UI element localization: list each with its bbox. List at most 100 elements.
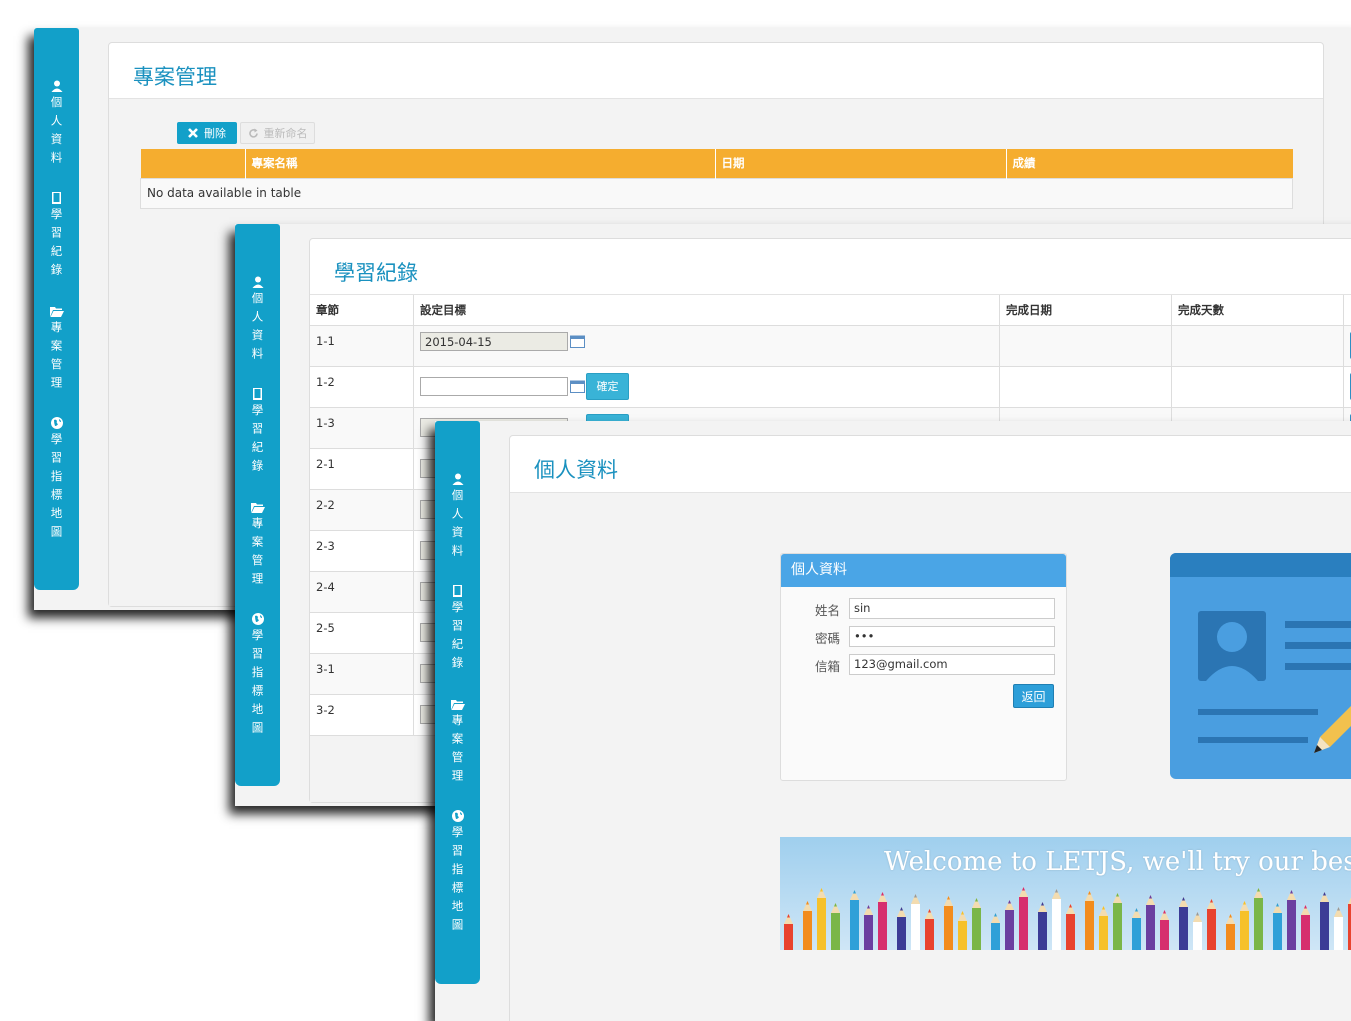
pencil [897, 907, 906, 950]
sidebar-item-profile[interactable]: 個人資料 [235, 276, 280, 366]
action-cell [1344, 325, 1351, 366]
table-header-row: 專案名稱 日期 成績 [141, 149, 1293, 178]
calendar-icon[interactable] [570, 334, 585, 348]
sidebar-item-learning-record[interactable]: 學習紀錄 [435, 585, 480, 675]
pencil [1334, 907, 1343, 950]
column-header[interactable]: 完成天數 [1172, 295, 1344, 325]
finish-date-cell [1000, 366, 1172, 407]
sidebar: 個人資料 學習紀錄 專案管理 學習指標地圖 [235, 224, 280, 786]
sidebar-item-profile[interactable]: 個人資料 [435, 473, 480, 563]
sidebar-item-indicator-map[interactable]: 學習指標地圖 [34, 417, 79, 544]
pencil [1132, 908, 1141, 950]
chapter-cell: 2-1 [310, 448, 414, 489]
globe-icon [451, 810, 465, 822]
pencil [1179, 897, 1188, 950]
pencil [958, 911, 967, 950]
pencil [1240, 901, 1249, 950]
pencil [1005, 900, 1014, 950]
sidebar-item-learning-record[interactable]: 學習紀錄 [34, 192, 79, 282]
pencil [831, 903, 840, 950]
project-table: 專案名稱 日期 成績 No data available in table [140, 149, 1293, 209]
sidebar-label: 專案管理 [48, 321, 66, 395]
sidebar-item-project[interactable]: 專案管理 [435, 698, 480, 788]
sidebar-item-profile[interactable]: 個人資料 [34, 80, 79, 170]
column-header[interactable]: 設定目標 [414, 295, 1000, 325]
confirm-button[interactable]: 確定 [586, 373, 629, 400]
password-field[interactable]: ••• [849, 626, 1055, 647]
profile-card-header: 個人資料 [781, 554, 1066, 587]
column-header[interactable]: 日期 [715, 149, 1006, 178]
pencil [817, 888, 826, 950]
sidebar-item-indicator-map[interactable]: 學習指標地圖 [235, 613, 280, 740]
password-label: 密碼 [815, 628, 840, 647]
finish-days-cell [1172, 366, 1344, 407]
pencil [878, 892, 887, 950]
column-header[interactable] [141, 149, 246, 178]
profile-window: 個人資料 學習紀錄 專案管理 學習指標地圖 個人資料 個人資料 姓名 sin 密… [435, 421, 1351, 1021]
pencil [1207, 899, 1216, 950]
back-button[interactable]: 返回 [1013, 684, 1054, 708]
rename-button[interactable]: 重新命名 [240, 122, 315, 144]
chapter-cell: 2-5 [310, 612, 414, 653]
sidebar-item-indicator-map[interactable]: 學習指標地圖 [435, 810, 480, 937]
column-header [1344, 295, 1351, 325]
sidebar-label: 學習指標地圖 [48, 433, 66, 544]
folder-open-icon [251, 501, 265, 513]
pencil [925, 909, 934, 950]
profile-card: 個人資料 姓名 sin 密碼 ••• 信箱 123@gmail.com 返回 [780, 553, 1067, 781]
profile-portrait-icon [1170, 577, 1351, 779]
column-header[interactable]: 專案名稱 [245, 149, 715, 178]
target-date-input[interactable] [420, 377, 568, 396]
close-icon [188, 128, 198, 138]
globe-icon [251, 613, 265, 625]
user-icon [50, 80, 64, 92]
sidebar-label: 專案管理 [449, 714, 467, 788]
pencil [1287, 890, 1296, 950]
sidebar-item-project[interactable]: 專案管理 [34, 305, 79, 395]
pencil [944, 896, 953, 950]
book-icon [451, 585, 465, 597]
column-header[interactable]: 章節 [310, 295, 414, 325]
target-cell: 2015-04-15 [414, 325, 1000, 366]
pencil [1273, 903, 1282, 950]
pencil [1226, 914, 1235, 950]
target-date-input[interactable]: 2015-04-15 [420, 332, 568, 351]
pencil [991, 913, 1000, 950]
name-label: 姓名 [815, 600, 840, 619]
sidebar-label: 學習指標地圖 [249, 629, 267, 740]
table-row: No data available in table [141, 178, 1293, 208]
pencil [1146, 895, 1155, 950]
name-field[interactable]: sin [849, 598, 1055, 619]
id-card-illustration [1170, 553, 1351, 779]
welcome-text: Welcome to LETJS, we'll try our best. [884, 847, 1351, 877]
welcome-banner: Welcome to LETJS, we'll try our best. [780, 837, 1351, 950]
sidebar: 個人資料 學習紀錄 專案管理 學習指標地圖 [34, 28, 79, 590]
pencil [864, 905, 873, 950]
column-header[interactable]: 完成日期 [1000, 295, 1172, 325]
chapter-cell: 2-2 [310, 489, 414, 530]
pencil [1320, 892, 1329, 950]
chapter-cell: 1-1 [310, 325, 414, 366]
chapter-cell: 2-3 [310, 530, 414, 571]
pencil [1052, 889, 1061, 950]
target-cell: 確定 [414, 366, 1000, 407]
chapter-cell: 3-2 [310, 694, 414, 735]
action-cell [1344, 366, 1351, 407]
delete-button[interactable]: 刪除 [177, 122, 237, 144]
pencil [803, 901, 812, 950]
sidebar-item-learning-record[interactable]: 學習紀錄 [235, 388, 280, 478]
pencil [1019, 887, 1028, 950]
page-title: 專案管理 [133, 61, 217, 91]
pencils-illustration [780, 880, 1351, 950]
refresh-icon [248, 128, 259, 139]
sidebar-label: 學習紀錄 [249, 404, 267, 478]
table-row: 1-1 2015-04-15 [310, 325, 1351, 366]
pencil [784, 914, 793, 950]
column-header[interactable]: 成績 [1006, 149, 1293, 178]
email-field[interactable]: 123@gmail.com [849, 654, 1055, 675]
page-title: 學習紀錄 [334, 257, 418, 287]
calendar-icon[interactable] [570, 379, 585, 393]
sidebar-label: 專案管理 [249, 517, 267, 591]
sidebar-item-project[interactable]: 專案管理 [235, 501, 280, 591]
user-icon [251, 276, 265, 288]
